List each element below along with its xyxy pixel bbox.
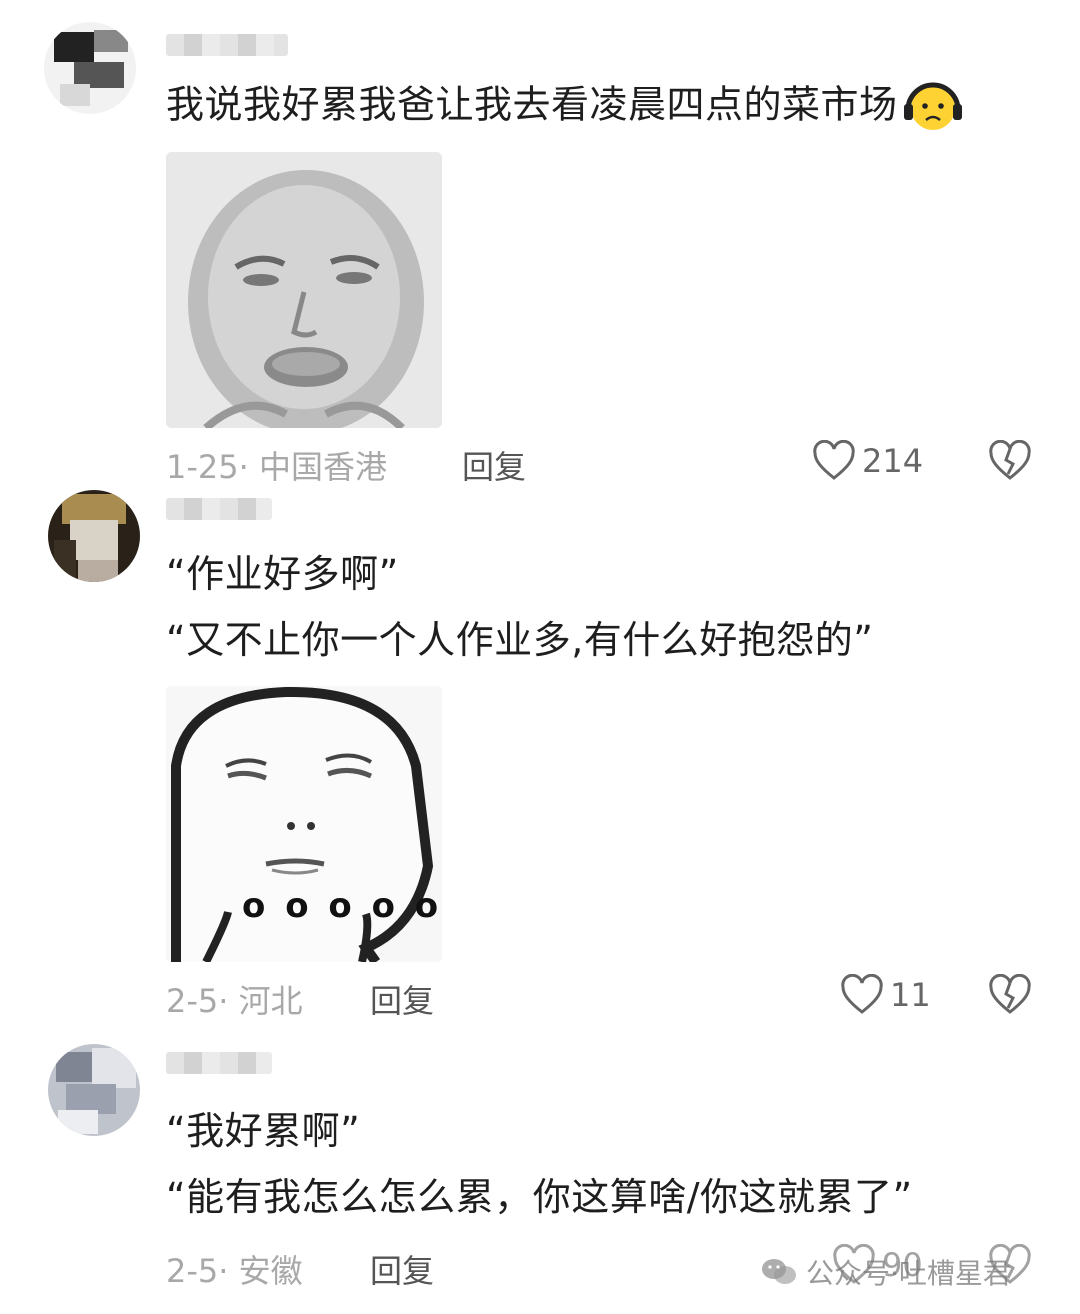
watermark-text: 公众号·吐槽星君 [806, 1257, 1011, 1290]
separator-dot: · [218, 982, 239, 1020]
avatar[interactable] [48, 1044, 140, 1136]
dislike-button[interactable] [988, 439, 1032, 486]
dislike-button[interactable] [988, 973, 1032, 1020]
separator-dot: · [238, 448, 259, 486]
like-count: 214 [862, 442, 924, 480]
comment-text: 我说我好累我爸让我去看凌晨四点的菜市场 [166, 80, 964, 134]
wechat-icon [762, 1259, 796, 1284]
comment-text-line: “能有我怎么怎么累，你这算啥/你这就累了” [166, 1175, 913, 1219]
speechless-face-sticker[interactable]: o o o o o o [166, 686, 442, 962]
avatar[interactable] [44, 22, 136, 114]
comment-text-line: 我说我好累我爸让我去看凌晨四点的菜市场 [166, 82, 898, 127]
comment-meta: 1-25· 中国香港 [166, 442, 387, 488]
watermark: 公众号·吐槽星君 [760, 1252, 1011, 1292]
username[interactable] [166, 498, 272, 520]
comment-location: 安徽 [238, 1252, 303, 1290]
reply-button[interactable]: 回复 [370, 976, 434, 1022]
comment-text-line: “我好累啊” [166, 1109, 361, 1153]
heart-outline-icon [813, 440, 855, 480]
comment-text-line: “又不止你一个人作业多,有什么好抱怨的” [166, 618, 874, 662]
comment-meta: 2-5· 安徽 [166, 1246, 303, 1292]
broken-heart-icon [989, 973, 1031, 1014]
comment-date: 2-5 [166, 1252, 219, 1290]
reply-button[interactable]: 回复 [462, 442, 526, 488]
comment-date: 1-25 [166, 448, 239, 486]
separator-dot: · [218, 1252, 239, 1290]
sticker-dots: o o o o o o [242, 886, 442, 926]
comment-meta: 2-5· 河北 [166, 976, 303, 1022]
comment-text-line: “作业好多啊” [166, 552, 399, 596]
heart-outline-icon [841, 974, 883, 1014]
tired-face-sticker[interactable] [166, 152, 442, 428]
reply-button[interactable]: 回复 [370, 1246, 434, 1292]
like-count: 11 [890, 976, 931, 1014]
avatar[interactable] [48, 490, 140, 582]
like-button[interactable]: 214 [812, 440, 923, 482]
worried-emoji-icon [903, 82, 962, 130]
like-button[interactable]: 11 [840, 974, 931, 1016]
comment-location: 河北 [238, 982, 303, 1020]
username[interactable] [166, 34, 288, 56]
broken-heart-icon [989, 439, 1031, 480]
comment-1: 我说我好累我爸让我去看凌晨四点的菜市场 1-25· 中国香港 回复 214 [0, 0, 1080, 490]
username[interactable] [166, 1052, 272, 1074]
comment-location: 中国香港 [258, 448, 387, 486]
comment-date: 2-5 [166, 982, 219, 1020]
